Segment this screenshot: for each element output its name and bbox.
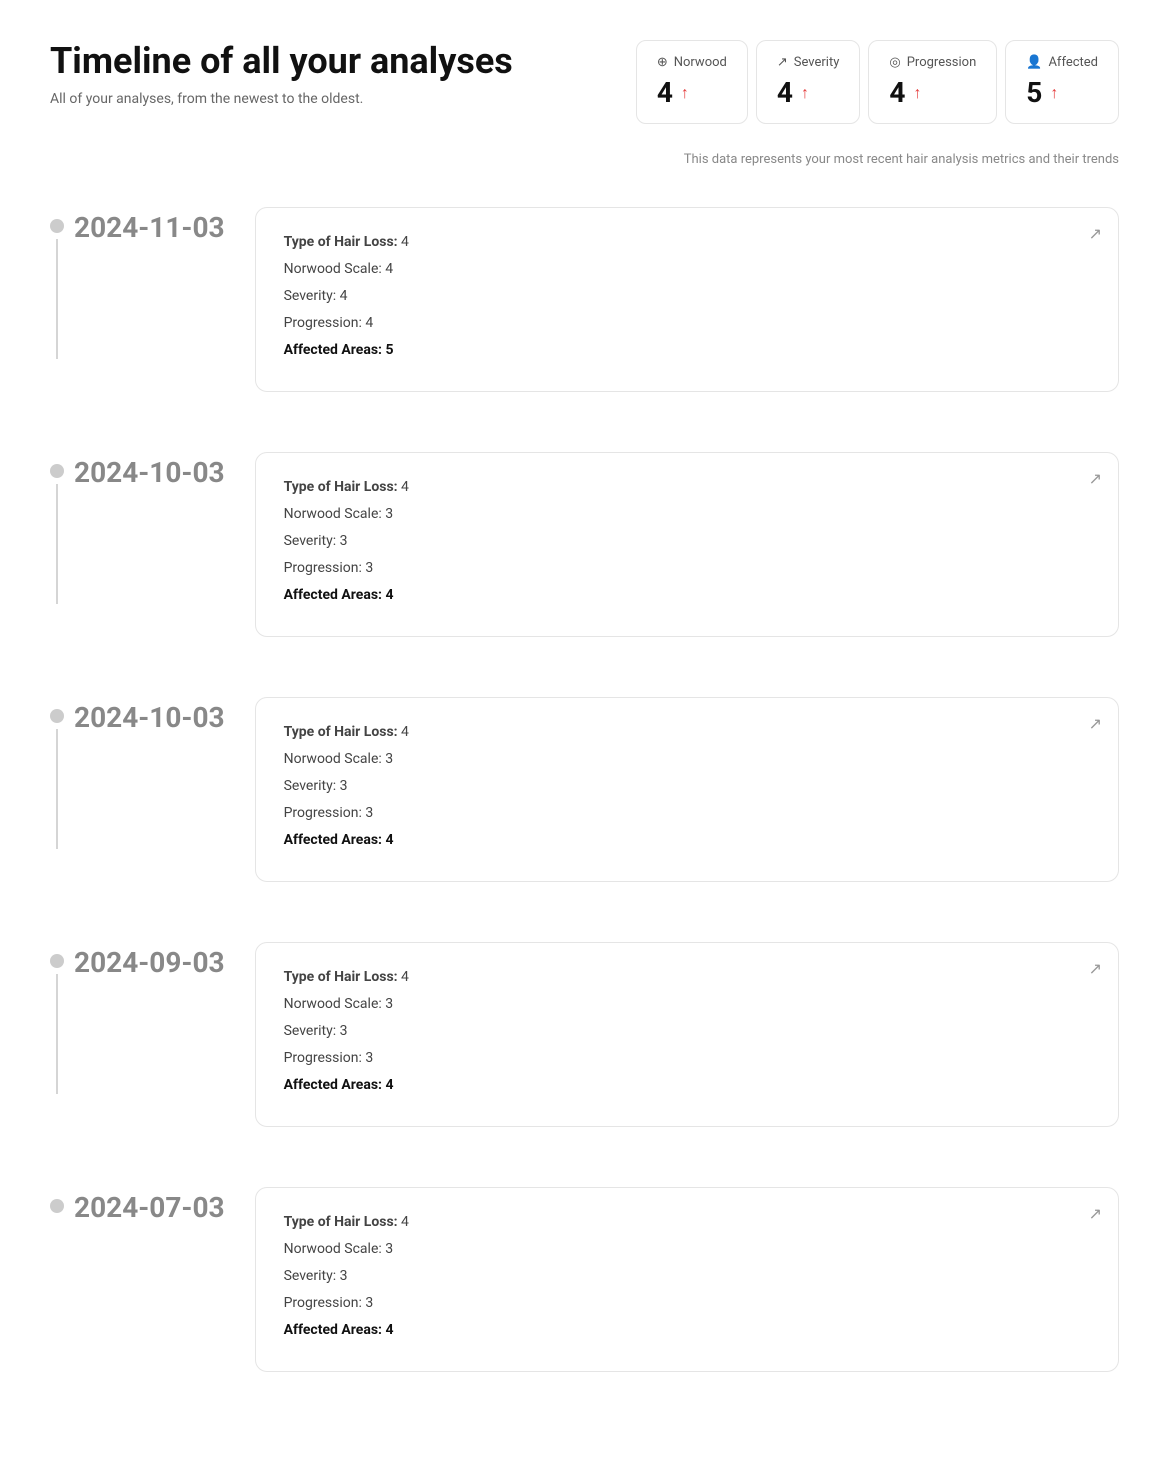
card-type-hair-loss: Type of Hair Loss: 4 bbox=[284, 722, 1090, 743]
external-link-icon[interactable]: ↗ bbox=[1089, 224, 1102, 243]
metric-trend-affected: ↑ bbox=[1050, 83, 1058, 103]
timeline-date: 2024-11-03 bbox=[74, 211, 225, 245]
title-block: Timeline of all your analyses All of you… bbox=[50, 40, 596, 107]
metric-trend-norwood: ↑ bbox=[681, 83, 689, 103]
metric-value-row-affected: 5 ↑ bbox=[1026, 76, 1098, 109]
metric-card-affected: 👤 Affected 5 ↑ bbox=[1005, 40, 1119, 124]
timeline-date-container: 2024-07-03 bbox=[50, 1187, 225, 1372]
metric-card-progression: ◎ Progression 4 ↑ bbox=[868, 40, 997, 124]
card-severity: Severity: 3 bbox=[284, 1021, 1090, 1042]
timeline-date: 2024-07-03 bbox=[74, 1191, 225, 1225]
external-link-icon[interactable]: ↗ bbox=[1089, 714, 1102, 733]
analysis-card[interactable]: ↗ Type of Hair Loss: 4 Norwood Scale: 3 … bbox=[255, 697, 1119, 882]
external-link-icon[interactable]: ↗ bbox=[1089, 1204, 1102, 1223]
metric-label-text-progression: Progression bbox=[907, 55, 977, 70]
header-section: Timeline of all your analyses All of you… bbox=[50, 40, 1119, 124]
timeline-date-container: 2024-10-03 bbox=[50, 697, 225, 882]
analysis-card[interactable]: ↗ Type of Hair Loss: 4 Norwood Scale: 4 … bbox=[255, 207, 1119, 392]
card-norwood-scale: Norwood Scale: 3 bbox=[284, 1239, 1090, 1260]
metric-label-progression: ◎ Progression bbox=[889, 55, 976, 70]
timeline-date: 2024-10-03 bbox=[74, 456, 225, 490]
data-note: This data represents your most recent ha… bbox=[50, 144, 1119, 167]
external-link-icon[interactable]: ↗ bbox=[1089, 959, 1102, 978]
timeline-dot bbox=[50, 954, 64, 968]
card-norwood-scale: Norwood Scale: 4 bbox=[284, 259, 1090, 280]
external-link-icon[interactable]: ↗ bbox=[1089, 469, 1102, 488]
metric-card-norwood: ⊕ Norwood 4 ↑ bbox=[636, 40, 748, 124]
card-norwood-scale: Norwood Scale: 3 bbox=[284, 994, 1090, 1015]
card-affected-areas: Affected Areas: 4 bbox=[284, 1320, 1090, 1341]
timeline-dot bbox=[50, 219, 64, 233]
metric-label-norwood: ⊕ Norwood bbox=[657, 55, 727, 70]
card-type-hair-loss: Type of Hair Loss: 4 bbox=[284, 477, 1090, 498]
metric-label-text-affected: Affected bbox=[1048, 55, 1098, 70]
analysis-card[interactable]: ↗ Type of Hair Loss: 4 Norwood Scale: 3 … bbox=[255, 942, 1119, 1127]
card-affected-areas: Affected Areas: 4 bbox=[284, 585, 1090, 606]
metric-trend-progression: ↑ bbox=[913, 83, 921, 103]
card-progression: Progression: 3 bbox=[284, 558, 1090, 579]
timeline-item: 2024-10-03 ↗ Type of Hair Loss: 4 Norwoo… bbox=[50, 697, 1119, 882]
timeline-item: 2024-09-03 ↗ Type of Hair Loss: 4 Norwoo… bbox=[50, 942, 1119, 1127]
card-type-hair-loss: Type of Hair Loss: 4 bbox=[284, 232, 1090, 253]
card-type-hair-loss: Type of Hair Loss: 4 bbox=[284, 967, 1090, 988]
timeline-dot bbox=[50, 709, 64, 723]
timeline-date: 2024-10-03 bbox=[74, 701, 225, 735]
timeline-dot bbox=[50, 464, 64, 478]
timeline-dot bbox=[50, 1199, 64, 1213]
timeline-line bbox=[56, 974, 58, 1094]
card-norwood-scale: Norwood Scale: 3 bbox=[284, 749, 1090, 770]
timeline-date: 2024-09-03 bbox=[74, 946, 225, 980]
card-progression: Progression: 3 bbox=[284, 1293, 1090, 1314]
timeline-item: 2024-10-03 ↗ Type of Hair Loss: 4 Norwoo… bbox=[50, 452, 1119, 637]
timeline-line bbox=[56, 729, 58, 849]
metric-value-row-progression: 4 ↑ bbox=[889, 76, 976, 109]
card-severity: Severity: 3 bbox=[284, 531, 1090, 552]
card-progression: Progression: 3 bbox=[284, 803, 1090, 824]
metric-label-text-norwood: Norwood bbox=[674, 55, 727, 70]
timeline-date-container: 2024-11-03 bbox=[50, 207, 225, 392]
metric-trend-severity: ↑ bbox=[801, 83, 809, 103]
card-progression: Progression: 4 bbox=[284, 313, 1090, 334]
timeline-container: 2024-11-03 ↗ Type of Hair Loss: 4 Norwoo… bbox=[50, 207, 1119, 1372]
card-severity: Severity: 3 bbox=[284, 1266, 1090, 1287]
timeline-line bbox=[56, 484, 58, 604]
metric-icon-affected: 👤 bbox=[1026, 55, 1042, 70]
card-norwood-scale: Norwood Scale: 3 bbox=[284, 504, 1090, 525]
page-subtitle: All of your analyses, from the newest to… bbox=[50, 91, 596, 107]
analysis-card[interactable]: ↗ Type of Hair Loss: 4 Norwood Scale: 3 … bbox=[255, 1187, 1119, 1372]
metric-card-severity: ↗ Severity 4 ↑ bbox=[756, 40, 861, 124]
card-type-hair-loss: Type of Hair Loss: 4 bbox=[284, 1212, 1090, 1233]
metric-value-progression: 4 bbox=[889, 76, 905, 109]
card-affected-areas: Affected Areas: 4 bbox=[284, 830, 1090, 851]
metric-label-text-severity: Severity bbox=[794, 55, 840, 70]
card-severity: Severity: 4 bbox=[284, 286, 1090, 307]
page-title: Timeline of all your analyses bbox=[50, 40, 596, 83]
timeline-date-container: 2024-10-03 bbox=[50, 452, 225, 637]
card-severity: Severity: 3 bbox=[284, 776, 1090, 797]
timeline-line bbox=[56, 239, 58, 359]
card-affected-areas: Affected Areas: 4 bbox=[284, 1075, 1090, 1096]
metrics-row: ⊕ Norwood 4 ↑ ↗ Severity 4 ↑ ◎ Progressi… bbox=[636, 40, 1119, 124]
metric-value-row-severity: 4 ↑ bbox=[777, 76, 840, 109]
metric-value-severity: 4 bbox=[777, 76, 793, 109]
timeline-item: 2024-07-03 ↗ Type of Hair Loss: 4 Norwoo… bbox=[50, 1187, 1119, 1372]
metric-value-norwood: 4 bbox=[657, 76, 673, 109]
timeline-date-container: 2024-09-03 bbox=[50, 942, 225, 1127]
metric-label-severity: ↗ Severity bbox=[777, 55, 840, 70]
timeline-item: 2024-11-03 ↗ Type of Hair Loss: 4 Norwoo… bbox=[50, 207, 1119, 392]
card-affected-areas: Affected Areas: 5 bbox=[284, 340, 1090, 361]
metric-value-affected: 5 bbox=[1026, 76, 1042, 109]
analysis-card[interactable]: ↗ Type of Hair Loss: 4 Norwood Scale: 3 … bbox=[255, 452, 1119, 637]
metric-label-affected: 👤 Affected bbox=[1026, 55, 1098, 70]
metric-value-row-norwood: 4 ↑ bbox=[657, 76, 727, 109]
metric-icon-progression: ◎ bbox=[889, 55, 900, 70]
metric-icon-severity: ↗ bbox=[777, 55, 788, 70]
card-progression: Progression: 3 bbox=[284, 1048, 1090, 1069]
metric-icon-norwood: ⊕ bbox=[657, 55, 668, 70]
